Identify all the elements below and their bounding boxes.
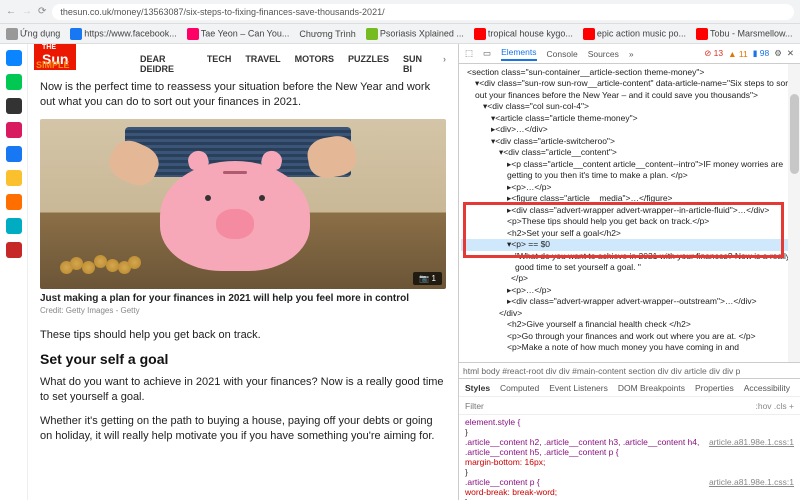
forward-icon[interactable]: → — [22, 6, 32, 17]
extension-sidebar — [0, 44, 28, 500]
tab-elements[interactable]: Elements — [501, 47, 536, 61]
inspect-icon[interactable]: ⬚ — [465, 48, 473, 59]
nav-more-icon[interactable]: › — [443, 54, 446, 74]
tab-props[interactable]: Properties — [695, 383, 734, 393]
ext-icon[interactable] — [6, 194, 22, 210]
nav-item[interactable]: TECH — [207, 54, 232, 74]
image-caption: Just making a plan for your finances in … — [40, 293, 446, 304]
nav-item[interactable]: MOTORS — [295, 54, 334, 74]
image-credit: Credit: Getty Images - Getty — [40, 306, 446, 315]
bookmark-item[interactable]: Tobu - Marsmellow... — [696, 28, 793, 40]
nav-item[interactable]: SUN BI — [403, 54, 429, 74]
ext-icon[interactable] — [6, 74, 22, 90]
article-intro: Now is the perfect time to reassess your… — [40, 80, 446, 111]
styles-pane: Styles Computed Event Listeners DOM Brea… — [459, 378, 800, 500]
page-content: THESun SIMPLE DEAR DEIDRE TECH TRAVEL MO… — [28, 44, 458, 500]
hov-toggle[interactable]: :hov .cls + — [755, 401, 794, 411]
dom-tree[interactable]: <section class="sun-container__article-s… — [459, 64, 800, 362]
ext-icon[interactable] — [6, 242, 22, 258]
devtools-tabs: ⬚ ▭ Elements Console Sources » ⊘ 13 ▲ 11… — [459, 44, 800, 64]
styles-filter-input[interactable] — [465, 401, 749, 411]
bookmark-item[interactable]: epic action music po... — [583, 28, 686, 40]
watermark: SIMPLE — [36, 60, 70, 70]
back-icon[interactable]: ← — [6, 6, 16, 17]
bookmark-item[interactable]: Chương Trình — [299, 29, 355, 39]
tab-dombp[interactable]: DOM Breakpoints — [618, 383, 685, 393]
ext-icon[interactable] — [6, 146, 22, 162]
article-hero-image: 📷 1 — [40, 119, 446, 289]
scrollbar[interactable] — [788, 64, 800, 362]
bookmark-item[interactable]: Tae Yeon – Can You... — [187, 28, 290, 40]
bookmarks-bar: Ứng dụng https://www.facebook... Tae Yeo… — [0, 24, 800, 44]
ext-icon[interactable] — [6, 122, 22, 138]
tab-listeners[interactable]: Event Listeners — [549, 383, 608, 393]
tab-computed[interactable]: Computed — [500, 383, 539, 393]
site-nav: DEAR DEIDRE TECH TRAVEL MOTORS PUZZLES S… — [140, 54, 446, 74]
article-text: What do you want to achieve in 2021 with… — [40, 375, 446, 406]
device-icon[interactable]: ▭ — [483, 48, 491, 59]
site-logo[interactable]: THESun SIMPLE — [34, 44, 76, 70]
ext-icon[interactable] — [6, 170, 22, 186]
tab-sources[interactable]: Sources — [588, 49, 619, 59]
bookmark-item[interactable]: https://www.facebook... — [70, 28, 177, 40]
bookmark-item[interactable]: Psoriasis Xplained ... — [366, 28, 464, 40]
bookmark-item[interactable]: tropical house kygo... — [474, 28, 573, 40]
tab-console[interactable]: Console — [547, 49, 578, 59]
close-icon[interactable]: ✕ — [787, 48, 794, 59]
address-bar[interactable]: thesun.co.uk/money/13563087/six-steps-to… — [52, 4, 794, 20]
article-text: Whether it's getting on the path to buyi… — [40, 414, 446, 445]
tab-a11y[interactable]: Accessibility — [744, 383, 790, 393]
ext-icon[interactable] — [6, 98, 22, 114]
reload-icon[interactable]: ⟳ — [38, 6, 46, 17]
image-count-badge[interactable]: 📷 1 — [413, 272, 442, 285]
selected-node: ▾<p> == $0 — [461, 239, 798, 250]
error-count[interactable]: ⊘ 13 — [704, 48, 723, 59]
nav-item[interactable]: TRAVEL — [245, 54, 280, 74]
nav-item[interactable]: PUZZLES — [348, 54, 389, 74]
nav-item[interactable]: DEAR DEIDRE — [140, 54, 193, 74]
tabs-more-icon[interactable]: » — [629, 49, 634, 59]
devtools-panel: ⬚ ▭ Elements Console Sources » ⊘ 13 ▲ 11… — [458, 44, 800, 500]
warning-count[interactable]: ▲ 11 — [728, 49, 748, 59]
ext-icon[interactable] — [6, 50, 22, 66]
browser-toolbar: ← → ⟳ thesun.co.uk/money/13563087/six-st… — [0, 0, 800, 24]
article-heading: Set your self a goal — [40, 351, 446, 367]
tab-styles[interactable]: Styles — [465, 383, 490, 393]
settings-icon[interactable]: ⚙ — [774, 48, 782, 59]
article-text: These tips should help you get back on t… — [40, 329, 446, 341]
ext-icon[interactable] — [6, 218, 22, 234]
bookmark-item[interactable]: Ứng dụng — [6, 28, 60, 40]
css-rules[interactable]: element.style { } article.a81.98e.1.css:… — [459, 415, 800, 500]
info-count[interactable]: ▮ 98 — [753, 48, 770, 59]
dom-breadcrumb[interactable]: html body #react-root div div #main-cont… — [459, 362, 800, 378]
